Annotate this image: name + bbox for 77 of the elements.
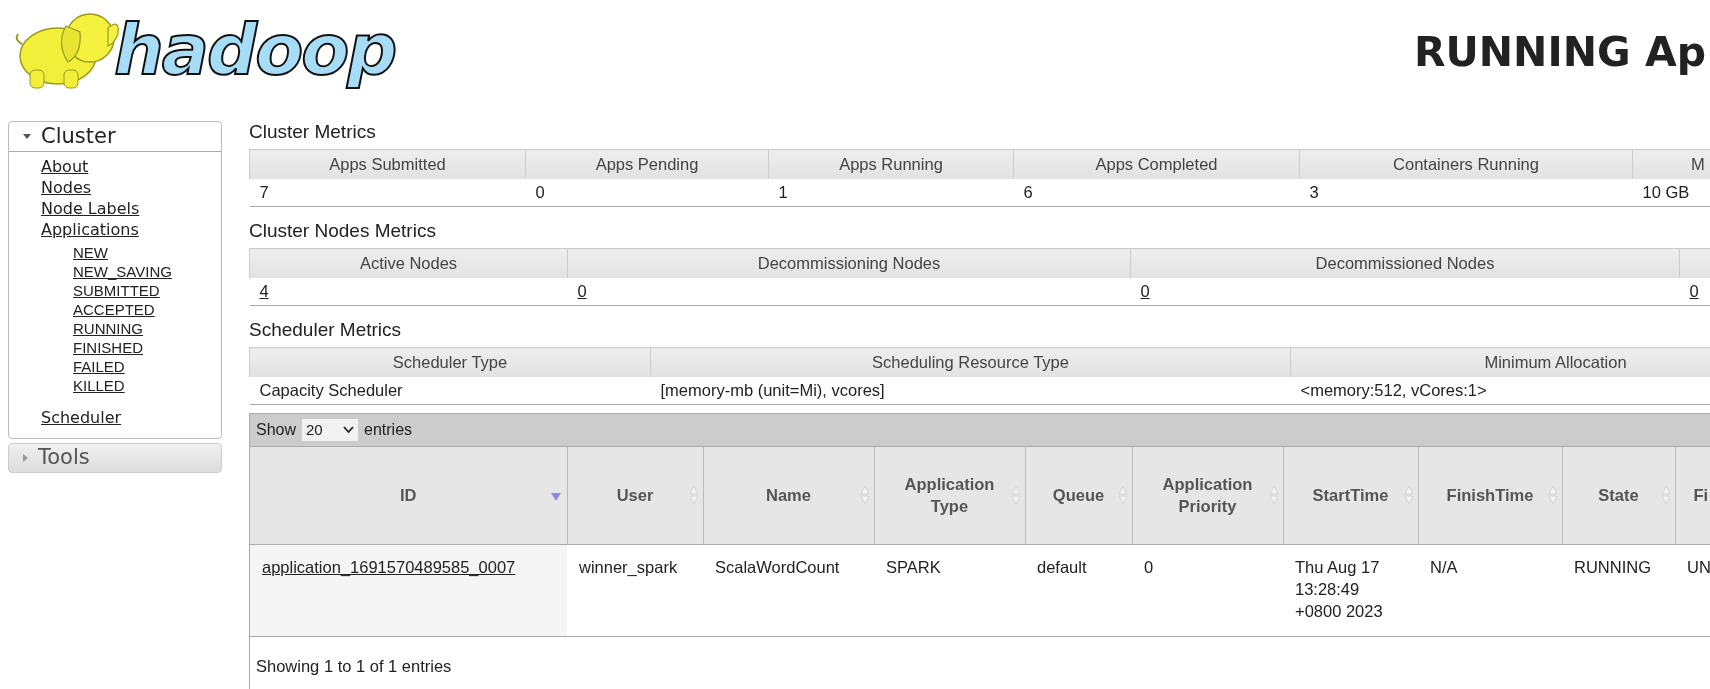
sort-icon[interactable] (688, 485, 699, 505)
table-cell: SPARK (874, 544, 1025, 636)
table-cell: default (1025, 544, 1132, 636)
table-cell: ScalaWordCount (703, 544, 874, 636)
entries-label: entries (364, 420, 413, 440)
sidebar-link[interactable]: Scheduler (41, 407, 122, 428)
sort-icon[interactable] (1403, 485, 1414, 505)
application-link[interactable]: application_1691570489585_0007 (262, 557, 516, 576)
caret-down-icon[interactable] (23, 134, 31, 139)
table-cell: 0 (525, 178, 769, 207)
sort-icon[interactable] (1117, 485, 1128, 505)
section-heading: Cluster Nodes Metrics (249, 220, 437, 242)
column-header[interactable]: Name (717, 484, 860, 507)
column-header: Minimum Allocation (1290, 347, 1710, 377)
sort-icon[interactable] (859, 485, 870, 505)
metric-link[interactable]: 0 (1689, 281, 1699, 300)
column-header: Apps Pending (525, 149, 769, 179)
column-header[interactable]: StartTime (1297, 484, 1404, 507)
sort-icon[interactable] (1010, 485, 1021, 505)
sidebar-link[interactable]: ACCEPTED (73, 300, 155, 319)
sidebar-link[interactable]: KILLED (73, 376, 125, 395)
table-cell: 1 (768, 178, 1014, 207)
column-header: M (1632, 149, 1710, 179)
metric-link[interactable]: 4 (259, 281, 269, 300)
sidebar-link[interactable]: SUBMITTED (73, 281, 160, 300)
caret-right-icon[interactable] (23, 454, 28, 462)
table-cell: <memory:512, vCores:1> (1290, 376, 1710, 405)
column-header: Scheduler Type (249, 347, 651, 377)
column-header[interactable]: User (581, 484, 689, 507)
table-cell: UN (1675, 544, 1710, 636)
column-header[interactable]: Queue (1039, 484, 1118, 507)
sidebar-link[interactable]: About (41, 156, 89, 177)
column-header: Containers Running (1299, 149, 1633, 179)
table-info: Showing 1 to 1 of 1 entries (255, 656, 453, 678)
sidebar-link[interactable]: RUNNING (73, 319, 143, 338)
sidebar-link[interactable]: Applications (41, 219, 139, 240)
metric-link[interactable]: 0 (577, 281, 587, 300)
table-cell: 6 (1013, 178, 1300, 207)
table-cell: 7 (249, 178, 526, 207)
page-title: RUNNING Ap (1413, 27, 1706, 78)
column-header: Decommissioned Nodes (1130, 248, 1680, 278)
section-header[interactable]: Cluster (41, 120, 116, 153)
sidebar-link[interactable]: Node Labels (41, 198, 140, 219)
column-header: Active Nodes (249, 248, 568, 278)
table-cell: [memory-mb (unit=Mi), vcores] (650, 376, 1291, 405)
column-header[interactable]: FinishTime (1432, 484, 1548, 507)
logo-wordmark: hadoop (114, 8, 397, 93)
table-cell: 0 (1132, 544, 1283, 636)
sidebar-link[interactable]: NEW (73, 243, 108, 262)
table-cell: N/A (1418, 544, 1562, 636)
sidebar-link[interactable]: Nodes (41, 177, 92, 198)
table-cell: 10 GB (1632, 178, 1710, 207)
table-cell: Thu Aug 17 13:28:49 +0800 2023 (1283, 544, 1418, 636)
column-header: Apps Completed (1013, 149, 1300, 179)
column-header: Scheduling Resource Type (650, 347, 1291, 377)
column-header: Decommissioning Nodes (567, 248, 1131, 278)
sidebar-link[interactable]: FINISHED (73, 338, 143, 357)
chevron-down-icon (343, 426, 355, 434)
table-cell: RUNNING (1562, 544, 1675, 636)
show-label: Show (256, 420, 297, 440)
sort-icon[interactable] (1660, 485, 1671, 505)
section-heading: Scheduler Metrics (249, 319, 403, 341)
column-header[interactable]: State (1576, 484, 1661, 507)
sort-icon[interactable] (1547, 485, 1558, 505)
column-header: Apps Running (768, 149, 1014, 179)
page-size-select[interactable]: 20 (302, 419, 359, 441)
table-cell: Capacity Scheduler (249, 376, 651, 405)
sort-descending-icon[interactable] (550, 493, 561, 501)
sidebar-link[interactable]: FAILED (73, 357, 125, 376)
sort-icon[interactable] (1268, 485, 1279, 505)
sidebar-link[interactable]: NEW_SAVING (73, 262, 172, 281)
table-cell: winner_spark (567, 544, 703, 636)
column-header: Apps Submitted (249, 149, 526, 179)
column-header[interactable]: Fi (1693, 484, 1710, 507)
metric-link[interactable]: 0 (1140, 281, 1150, 300)
table-cell: 3 (1299, 178, 1633, 207)
section-heading: Cluster Metrics (249, 121, 377, 143)
